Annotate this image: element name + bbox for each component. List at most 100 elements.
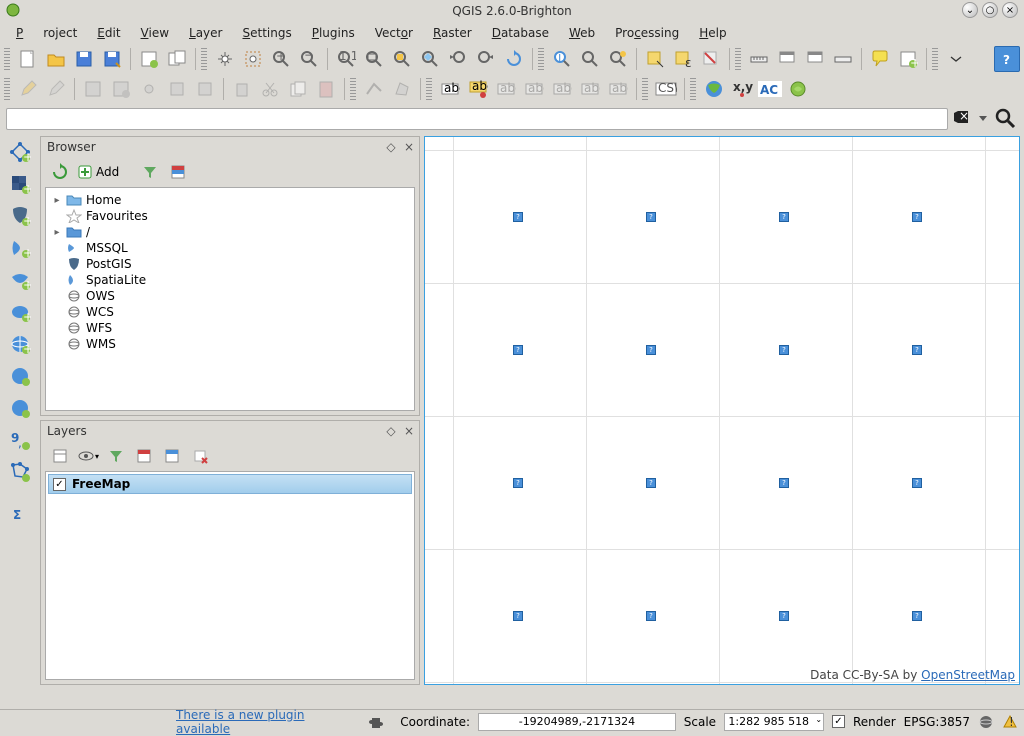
menu-settings[interactable]: Settings [232,23,301,43]
crs-icon[interactable] [978,714,994,730]
zoom-native-button[interactable]: 1:1 [333,46,359,72]
panel-close-icon[interactable]: × [403,141,415,153]
close-button[interactable]: × [1002,2,1018,18]
open-project-button[interactable] [43,46,69,72]
layers-expand-button[interactable] [133,445,155,467]
layers-filter-button[interactable] [105,445,127,467]
browser-item[interactable]: MSSQL [52,240,410,256]
render-checkbox[interactable]: ✓ [832,715,845,728]
label-move-button[interactable]: abc [577,76,603,102]
menu-layer[interactable]: Layer [179,23,232,43]
browser-refresh-button[interactable] [49,161,71,183]
help-button[interactable]: ? [994,46,1020,72]
lookup-button[interactable] [577,46,603,72]
browser-item[interactable]: Favourites [52,208,410,224]
pan-button[interactable] [212,46,238,72]
add-raster-button[interactable]: + [6,170,34,198]
panel-undock-icon[interactable]: ◇ [385,141,397,153]
add-csv-button[interactable]: 9, [6,426,34,454]
menu-view[interactable]: View [131,23,179,43]
coord-input[interactable] [478,713,676,731]
new-composer-button[interactable] [136,46,162,72]
browser-collapse-button[interactable] [167,161,189,183]
epsg-label[interactable]: EPSG:3857 [904,715,970,729]
rollback-button[interactable] [108,76,134,102]
line-button[interactable] [361,76,387,102]
query-button[interactable] [605,46,631,72]
measure-scale-button[interactable] [830,46,856,72]
add-mssql-button[interactable]: + [6,266,34,294]
toolbar-grip[interactable] [426,78,432,100]
toolbar-grip[interactable] [735,48,741,70]
add-wfs-button[interactable] [6,394,34,422]
select-button[interactable] [642,46,668,72]
bookmarks-button[interactable] [774,46,800,72]
layers-collapse-button[interactable] [161,445,183,467]
locator-input[interactable] [6,108,948,130]
label-settings-button[interactable]: abc [465,76,491,102]
add-vector-button[interactable]: + [6,138,34,166]
toolbar-grip[interactable] [4,48,10,70]
label-rotate-button[interactable]: abc [605,76,631,102]
zoom-next-button[interactable] [473,46,499,72]
toolbar-grip[interactable] [4,78,10,100]
messages-icon[interactable]: ! [1002,714,1018,730]
save-as-button[interactable] [99,46,125,72]
globe-button[interactable] [701,76,727,102]
bookmarks2-button[interactable] [802,46,828,72]
measure-button[interactable] [746,46,772,72]
menu-raster[interactable]: Raster [423,23,482,43]
add-oracle-button[interactable]: + [6,298,34,326]
save-edits-button[interactable] [43,76,69,102]
layer-item[interactable]: ✓ FreeMap [48,474,412,494]
label-show-button[interactable]: abc [549,76,575,102]
more-button[interactable] [943,46,969,72]
add-wms-button[interactable]: + [6,330,34,358]
clear-icon[interactable]: × [952,109,972,129]
deselect-button[interactable] [698,46,724,72]
browser-item[interactable]: ▸Home [52,192,410,208]
browser-item[interactable]: WFS [52,320,410,336]
layers-add-group-button[interactable] [49,445,71,467]
browser-header[interactable]: Browser ◇ × [41,137,419,157]
node-tool-button[interactable] [192,76,218,102]
panel-undock-icon[interactable]: ◇ [385,425,397,437]
new-bookmark-button[interactable]: + [895,46,921,72]
menu-database[interactable]: Database [482,23,559,43]
minimize-button[interactable]: ⌄ [962,2,978,18]
pan-selected-button[interactable] [240,46,266,72]
edit-toggle-button[interactable] [15,76,41,102]
delete-button2[interactable] [229,76,255,102]
copy-button[interactable] [285,76,311,102]
save-all-button[interactable] [80,76,106,102]
browser-item[interactable]: PostGIS [52,256,410,272]
browser-filter-button[interactable] [139,161,161,183]
add-spatialite-button[interactable]: + [6,234,34,262]
toolbar-grip[interactable] [932,48,938,70]
add-wcs-button[interactable] [6,362,34,390]
layers-remove-button[interactable] [189,445,211,467]
layers-visibility-button[interactable]: ▾ [77,445,99,467]
search-icon[interactable] [994,107,1018,131]
zoom-full-button[interactable] [361,46,387,72]
menu-project[interactable]: Project [6,23,87,43]
menu-processing[interactable]: Processing [605,23,689,43]
browser-tree[interactable]: ▸Home Favourites▸/ MSSQL PostGIS SpatiaL… [45,187,415,411]
toolbar-grip[interactable] [201,48,207,70]
xy-button[interactable]: x,y [729,76,755,102]
polygon-button[interactable] [389,76,415,102]
add-gpx-button[interactable] [6,458,34,486]
toolbar-grip[interactable] [690,78,696,100]
add-postgis-button[interactable]: + [6,202,34,230]
layer-checkbox[interactable]: ✓ [53,478,66,491]
ac-button[interactable]: AC [757,76,783,102]
identify-button[interactable]: i [549,46,575,72]
toolbar-grip[interactable] [642,78,648,100]
attribution-link[interactable]: OpenStreetMap [921,668,1015,682]
zoom-out-button[interactable]: − [296,46,322,72]
label-highlight-button[interactable]: abc [493,76,519,102]
save-project-button[interactable] [71,46,97,72]
paste-button[interactable] [313,76,339,102]
zoom-layer-button[interactable] [417,46,443,72]
toolbox-button[interactable]: Σ [6,500,34,528]
